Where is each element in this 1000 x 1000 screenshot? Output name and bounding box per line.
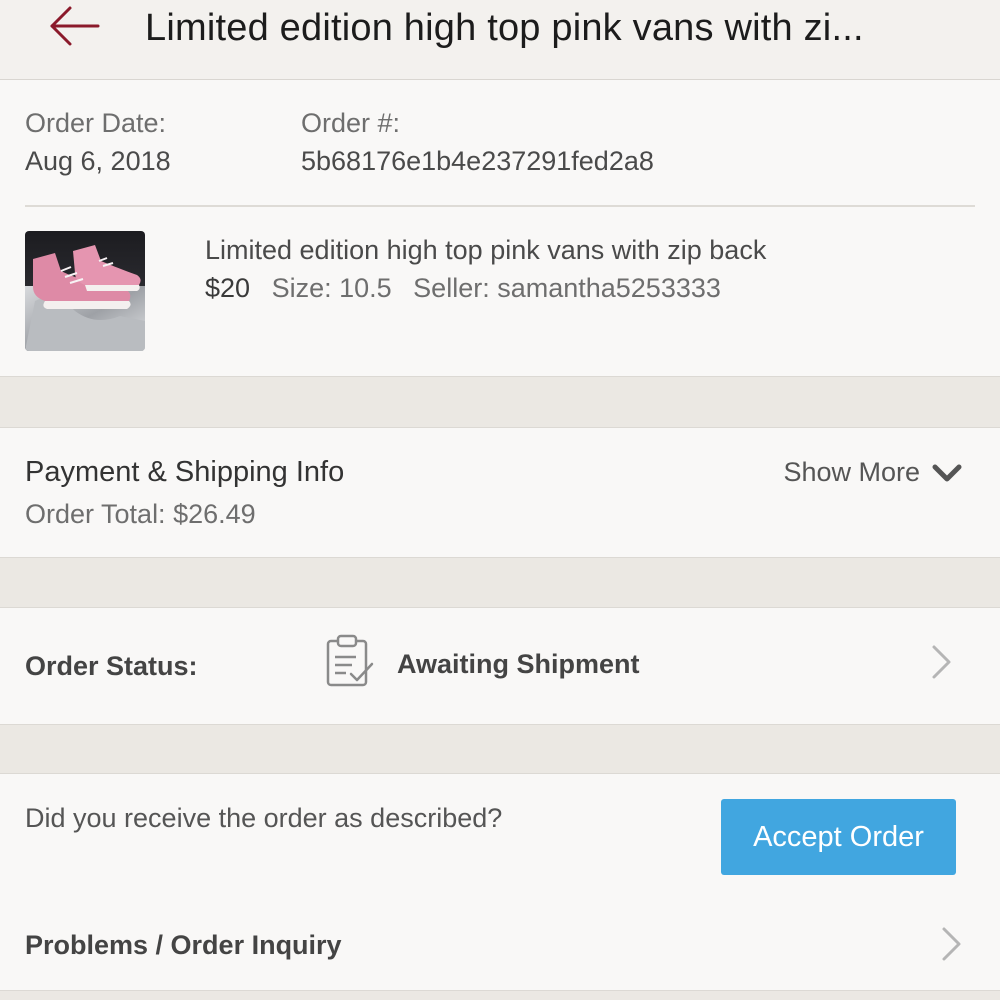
order-status-row[interactable]: Order Status: Awaiting Shipment [0, 607, 1000, 725]
divider [25, 205, 975, 207]
order-date-value: Aug 6, 2018 [25, 146, 171, 176]
order-status-label: Order Status: [25, 651, 198, 681]
order-total: Order Total: $26.49 [25, 499, 256, 529]
problems-inquiry-label: Problems / Order Inquiry [25, 930, 342, 960]
payment-shipping-card: Payment & Shipping Info Order Total: $26… [0, 427, 1000, 558]
order-summary-card: Order Date: Aug 6, 2018 Order #: 5b68176… [0, 80, 1000, 377]
chevron-right-icon [930, 644, 954, 680]
item-thumbnail[interactable] [25, 231, 145, 351]
receive-question: Did you receive the order as described? [25, 803, 503, 833]
order-number-value: 5b68176e1b4e237291fed2a8 [301, 146, 654, 176]
show-more-button[interactable]: Show More [783, 455, 962, 489]
item-title[interactable]: Limited edition high top pink vans with … [205, 233, 766, 267]
payment-shipping-title: Payment & Shipping Info [25, 456, 345, 488]
header-bar: Limited edition high top pink vans with … [0, 0, 1000, 80]
receive-order-card: Did you receive the order as described? … [0, 773, 1000, 903]
page-title: Limited edition high top pink vans with … [145, 7, 864, 49]
order-number-label: Order #: [301, 108, 401, 138]
order-status-value: Awaiting Shipment [397, 649, 640, 679]
order-date-label: Order Date: [25, 108, 167, 138]
item-seller: Seller: samantha5253333 [413, 273, 721, 303]
back-arrow-icon[interactable] [48, 2, 104, 50]
clipboard-check-icon [324, 633, 376, 689]
chevron-down-icon [932, 464, 962, 482]
accept-order-button[interactable]: Accept Order [721, 799, 956, 875]
show-more-label: Show More [783, 457, 920, 487]
item-meta: $20 Size: 10.5 Seller: samantha5253333 [205, 271, 721, 305]
chevron-right-icon [940, 926, 964, 962]
problems-inquiry-row[interactable]: Problems / Order Inquiry [0, 902, 1000, 991]
item-price: $20 [205, 273, 251, 303]
item-size: Size: 10.5 [271, 273, 392, 303]
